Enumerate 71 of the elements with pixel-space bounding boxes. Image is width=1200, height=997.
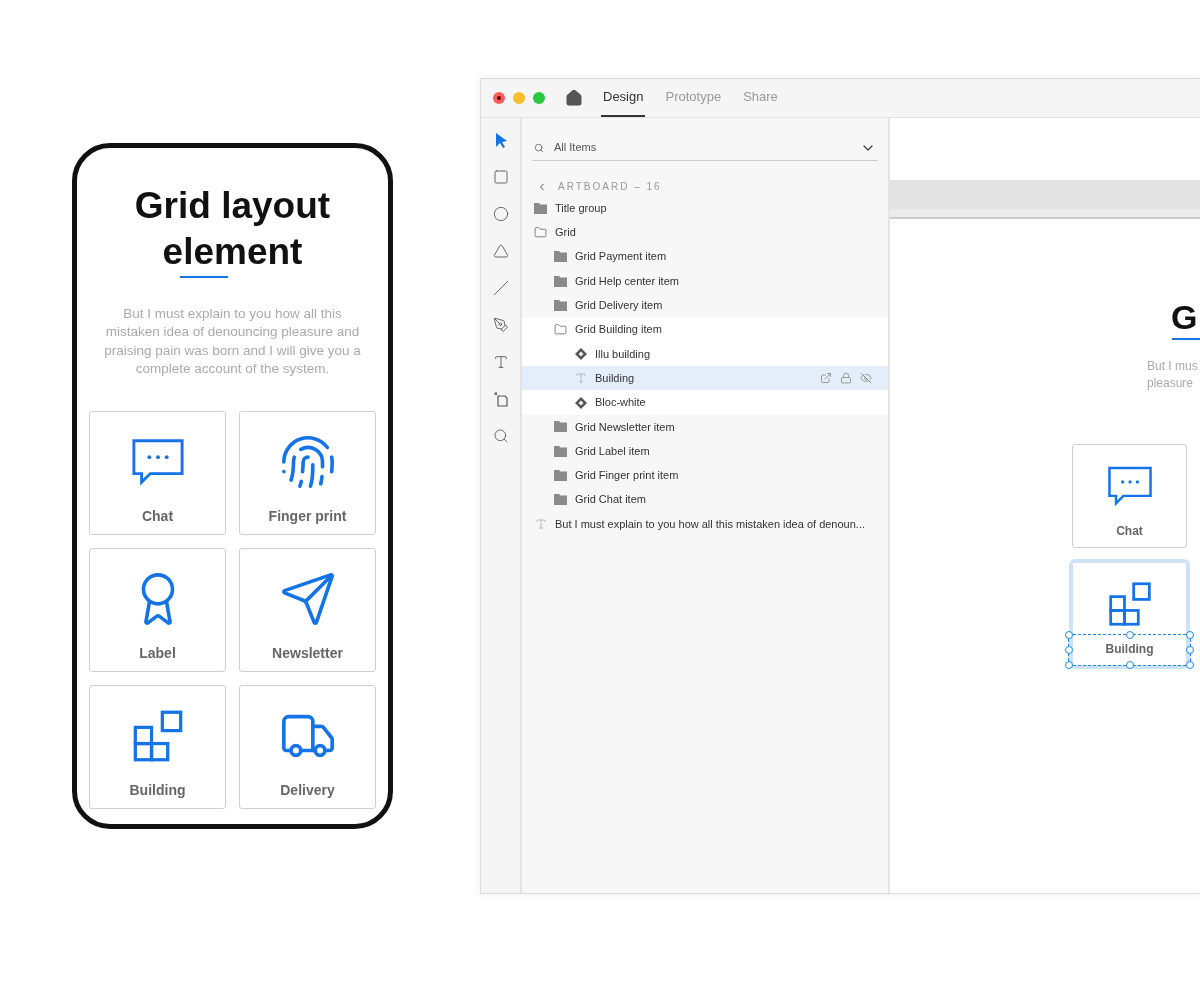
layer-row[interactable]: Grid Newsletter item bbox=[522, 414, 888, 439]
layer-row[interactable]: Grid bbox=[522, 220, 888, 245]
layer-row[interactable]: Building bbox=[522, 366, 888, 391]
grid-card[interactable]: Chat bbox=[1072, 444, 1187, 548]
artboard-breadcrumb: ARTBOARD – 16 bbox=[558, 180, 662, 194]
close-window-button[interactable] bbox=[493, 92, 505, 104]
folder-icon bbox=[554, 299, 567, 311]
line-tool-icon[interactable] bbox=[492, 279, 509, 296]
resize-handle[interactable] bbox=[1125, 631, 1134, 639]
export-icon[interactable] bbox=[820, 372, 832, 385]
phone-title: Grid layout element bbox=[133, 184, 332, 274]
layer-row[interactable]: But I must explain to you how all this mistaken idea of denoun... bbox=[522, 511, 888, 537]
layer-row[interactable]: Title group bbox=[522, 196, 888, 221]
diamond-icon bbox=[574, 396, 587, 409]
folder-outline-icon bbox=[554, 323, 567, 337]
paragraph-line: But I mus bbox=[1147, 358, 1199, 375]
diamond-icon bbox=[574, 347, 587, 360]
grid-card[interactable]: Chat bbox=[89, 411, 226, 536]
layer-row[interactable]: Grid Label item bbox=[522, 438, 888, 464]
card-label: Delivery bbox=[280, 781, 335, 801]
card-label: Finger print bbox=[268, 507, 347, 527]
home-icon[interactable] bbox=[565, 89, 583, 107]
folder-outline-icon bbox=[534, 225, 547, 239]
card-label: Building bbox=[1105, 642, 1154, 656]
text-tool-icon[interactable] bbox=[492, 353, 509, 370]
grid-card[interactable]: Delivery bbox=[239, 685, 376, 810]
ellipse-tool-icon[interactable] bbox=[492, 205, 509, 222]
artboard-tool-icon[interactable] bbox=[492, 390, 509, 407]
card-label: Building bbox=[129, 781, 186, 801]
grid-card[interactable]: Building bbox=[1072, 562, 1187, 666]
layer-filter-dropdown[interactable]: All Items bbox=[532, 135, 878, 161]
layer-row[interactable]: Grid Chat item bbox=[522, 487, 888, 512]
layer-row[interactable]: Bloc-white bbox=[522, 390, 888, 415]
layer-row[interactable]: Grid Finger print item bbox=[522, 463, 888, 488]
text-layer-icon bbox=[534, 518, 547, 530]
pen-tool-icon[interactable] bbox=[492, 316, 509, 333]
hidden-eye-icon[interactable] bbox=[860, 372, 872, 385]
card-label: Chat bbox=[141, 507, 174, 527]
zoom-tool-icon[interactable] bbox=[492, 427, 509, 444]
layer-row[interactable]: Grid Payment item bbox=[522, 244, 888, 269]
search-icon bbox=[534, 142, 544, 153]
maximize-window-button[interactable] bbox=[533, 92, 545, 104]
rectangle-tool-icon[interactable] bbox=[492, 168, 509, 185]
blocks-icon bbox=[1106, 581, 1153, 627]
folder-icon bbox=[534, 202, 547, 214]
grid-card[interactable]: Newsletter bbox=[239, 548, 376, 673]
layer-row[interactable]: Illu building bbox=[522, 341, 888, 367]
folder-icon bbox=[554, 275, 567, 287]
pointer-icon[interactable] bbox=[493, 131, 508, 148]
text-layer-icon bbox=[574, 372, 587, 385]
description-text: But I must explain to you how all this mistaken idea of denouncing pleasure and praising pain was born and I will give you a complete account of the system. bbox=[103, 305, 362, 378]
lock-icon[interactable] bbox=[840, 372, 852, 385]
resize-handle[interactable] bbox=[1125, 661, 1134, 669]
artboard-title: G bbox=[1171, 297, 1199, 337]
layer-row[interactable]: Grid Delivery item bbox=[522, 293, 888, 318]
grid-card[interactable]: Label bbox=[89, 548, 226, 673]
folder-icon bbox=[554, 251, 567, 263]
grid-card[interactable]: Building bbox=[89, 685, 226, 810]
folder-icon bbox=[554, 421, 567, 433]
card-label: Newsletter bbox=[272, 644, 343, 664]
folder-icon bbox=[554, 445, 567, 457]
triangle-tool-icon[interactable] bbox=[492, 242, 509, 259]
folder-icon bbox=[554, 469, 567, 481]
layer-row[interactable]: Grid Building item bbox=[522, 317, 888, 342]
layer-row[interactable]: Grid Help center item bbox=[522, 268, 888, 294]
paragraph-line: pleasure bbox=[1147, 375, 1195, 392]
card-label: Label bbox=[139, 644, 176, 664]
folder-icon bbox=[554, 494, 567, 506]
card-label: Chat bbox=[1116, 524, 1143, 538]
grid-card[interactable]: Finger print bbox=[239, 411, 376, 536]
selection-box[interactable] bbox=[1068, 634, 1191, 666]
